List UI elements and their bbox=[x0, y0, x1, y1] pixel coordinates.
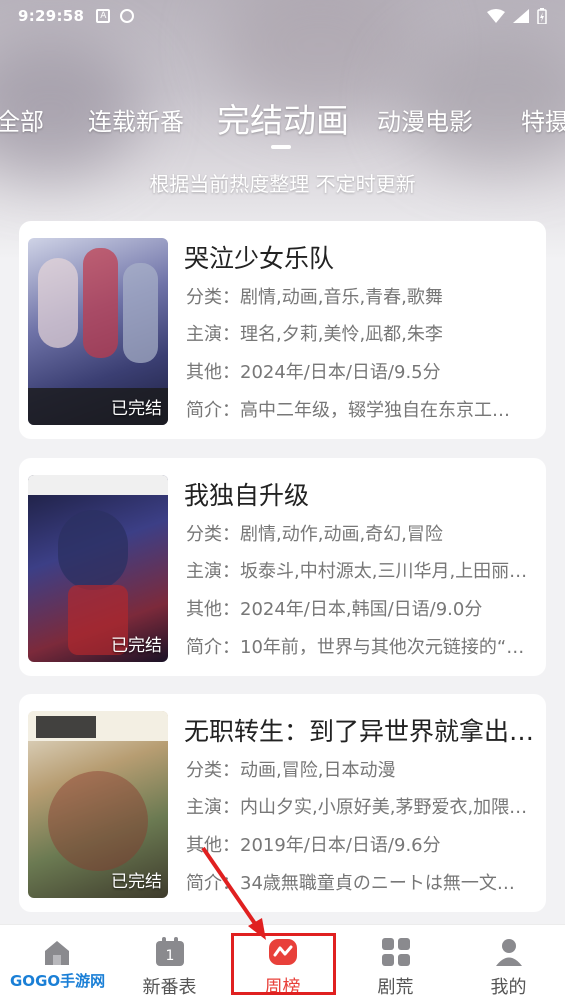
anime-poster[interactable]: 已完结 bbox=[28, 238, 168, 425]
completed-badge: 已完结 bbox=[111, 872, 162, 892]
anime-title: 哭泣少女乐队 bbox=[184, 244, 335, 273]
anime-cast: 主演：理名,夕莉,美怜,凪都,朱李 bbox=[186, 324, 443, 345]
nav-profile-label: 我的 bbox=[490, 977, 527, 998]
tab-all[interactable]: 全部 bbox=[0, 102, 44, 137]
nav-schedule[interactable]: 1 新番表 bbox=[113, 925, 226, 1004]
tab-ongoing[interactable]: 连载新番 bbox=[88, 102, 184, 137]
anime-poster[interactable]: 已完结 bbox=[28, 711, 168, 898]
anime-title: 无职转生：到了异世界就拿出… bbox=[184, 717, 535, 746]
nav-drama-label: 剧荒 bbox=[377, 977, 414, 998]
category-tabs: 全部 连载新番 完结动画 动漫电影 特摄 bbox=[0, 92, 565, 152]
anime-summary: 简介：10年前，世界与其他次元链接的“… bbox=[186, 637, 525, 658]
anime-category: 分类：动画,冒险,日本动漫 bbox=[186, 760, 396, 781]
status-bar: 9:29:58 A bbox=[0, 0, 565, 32]
anime-card[interactable]: 已完结 我独自升级 分类：剧情,动作,动画,奇幻,冒险 主演：坂泰斗,中村源太,… bbox=[19, 458, 546, 676]
tab-movies[interactable]: 动漫电影 bbox=[377, 102, 473, 137]
anime-card[interactable]: 已完结 哭泣少女乐队 分类：剧情,动画,音乐,青春,歌舞 主演：理名,夕莉,美怜… bbox=[19, 221, 546, 439]
status-time: 9:29:58 bbox=[18, 7, 85, 25]
watermark-logo: GOGO手游网 bbox=[4, 968, 112, 994]
nav-drama[interactable]: 剧荒 bbox=[339, 925, 452, 1004]
anime-cast: 主演：坂泰斗,中村源太,三川华月,上田丽… bbox=[186, 561, 528, 582]
anime-card[interactable]: 已完结 无职转生：到了异世界就拿出… 分类：动画,冒险,日本动漫 主演：内山夕实… bbox=[19, 694, 546, 912]
anime-cast: 主演：内山夕实,小原好美,茅野爱衣,加隈… bbox=[186, 797, 528, 818]
anime-other: 其他：2019年/日本/日语/9.6分 bbox=[186, 835, 441, 856]
calendar-icon: 1 bbox=[156, 937, 184, 966]
anime-summary: 简介：34歳無職童貞のニートは無一文… bbox=[186, 873, 515, 894]
nav-profile[interactable]: 我的 bbox=[452, 925, 565, 1004]
anime-other: 其他：2024年/日本,韩国/日语/9.0分 bbox=[186, 599, 483, 620]
anime-other: 其他：2024年/日本/日语/9.5分 bbox=[186, 362, 441, 383]
wifi-icon bbox=[487, 9, 505, 23]
anime-poster[interactable]: 已完结 bbox=[28, 475, 168, 662]
notification-b-icon bbox=[120, 9, 135, 23]
anime-category: 分类：剧情,动画,音乐,青春,歌舞 bbox=[186, 287, 443, 308]
profile-icon bbox=[496, 939, 522, 966]
anime-summary: 简介：高中二年级，辍学独自在东京工… bbox=[186, 400, 510, 421]
battery-icon bbox=[537, 8, 547, 24]
completed-badge: 已完结 bbox=[111, 399, 162, 419]
grid-icon bbox=[382, 938, 410, 966]
home-icon bbox=[45, 941, 69, 965]
calendar-day: 1 bbox=[166, 948, 175, 964]
highlight-box bbox=[231, 933, 336, 995]
page-subtitle: 根据当前热度整理 不定时更新 bbox=[149, 172, 416, 196]
completed-badge: 已完结 bbox=[111, 636, 162, 656]
nav-schedule-label: 新番表 bbox=[142, 977, 197, 998]
anime-category: 分类：剧情,动作,动画,奇幻,冒险 bbox=[186, 524, 443, 545]
signal-icon bbox=[513, 9, 529, 23]
notification-a-icon: A bbox=[96, 9, 111, 23]
anime-title: 我独自升级 bbox=[184, 481, 310, 510]
tab-tokusatsu[interactable]: 特摄 bbox=[521, 102, 565, 137]
tab-completed[interactable]: 完结动画 bbox=[217, 94, 349, 142]
tab-indicator bbox=[271, 145, 291, 149]
